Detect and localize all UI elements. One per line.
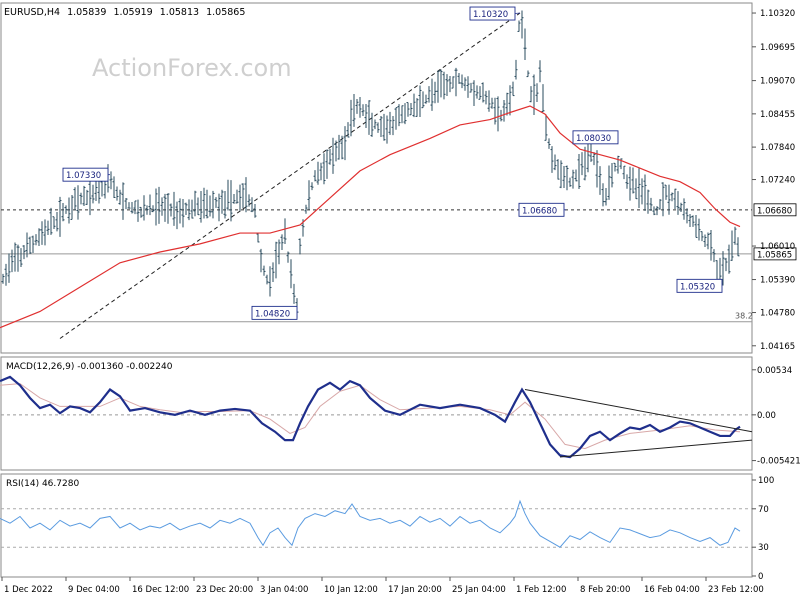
price-label-text: 1.07330 xyxy=(66,171,101,181)
x-axis-label: 23 Dec 20:00 xyxy=(196,585,253,595)
price-label-text: 1.10320 xyxy=(473,10,508,20)
x-axis-label: 10 Jan 12:00 xyxy=(324,585,378,595)
chart-svg: ActionForex.com EURUSD,H4 1.05839 1.0591… xyxy=(0,0,800,600)
header-open: 1.05839 xyxy=(67,7,106,18)
price-axis-label: 1.09070 xyxy=(760,77,795,87)
price-axis-label: 1.09695 xyxy=(760,43,795,53)
macd-title: MACD(12,26,9) -0.001360 -0.002240 xyxy=(6,362,173,372)
header-symbol: EURUSD,H4 xyxy=(4,7,60,18)
price-label-text: 1.06680 xyxy=(522,206,557,216)
header-high: 1.05919 xyxy=(113,7,152,18)
macd-axis-label: 0.00 xyxy=(757,411,776,421)
macd-axis-label: -0.005421 xyxy=(757,457,800,467)
price-axis-label: 1.10320 xyxy=(760,9,795,19)
rsi-axis-label: 70 xyxy=(758,505,769,515)
rsi-title: RSI(14) 46.7280 xyxy=(6,479,79,489)
price-axis-label: 1.07240 xyxy=(760,176,795,186)
price-label-text: 1.04820 xyxy=(255,309,290,319)
header-close: 1.05865 xyxy=(206,7,245,18)
chart-root: ActionForex.com EURUSD,H4 1.05839 1.0591… xyxy=(0,0,800,600)
price-axis-label: 1.07840 xyxy=(760,143,795,153)
x-axis-label: 23 Feb 12:00 xyxy=(708,585,764,595)
price-axis-label: 1.08455 xyxy=(760,110,795,120)
rsi-axis-label: 30 xyxy=(758,543,769,553)
x-axis-label: 17 Jan 20:00 xyxy=(388,585,442,595)
price-axis-label: 1.05390 xyxy=(760,276,795,286)
price-label-text: 1.08030 xyxy=(576,134,611,144)
x-axis-label: 1 Dec 2022 xyxy=(4,585,53,595)
price-axis-label: 1.04780 xyxy=(760,309,795,319)
price-axis-label: 1.04165 xyxy=(760,342,795,352)
x-axis-label: 9 Dec 04:00 xyxy=(68,585,120,595)
x-axis-label: 8 Feb 20:00 xyxy=(580,585,630,595)
price-axis-label: 1.06010 xyxy=(760,242,795,252)
price-label-text: 1.05320 xyxy=(680,282,715,292)
price-label-connector xyxy=(514,12,521,14)
rsi-axis-label: 0 xyxy=(758,572,763,582)
x-axis-label: 1 Feb 12:00 xyxy=(516,585,566,595)
chart-header: EURUSD,H4 1.05839 1.05919 1.05813 1.0586… xyxy=(4,7,245,18)
watermark-text: ActionForex.com xyxy=(92,54,292,82)
axis-level-label: 1.06680 xyxy=(757,206,792,216)
x-axis-label: 25 Jan 04:00 xyxy=(452,585,506,595)
x-axis-label: 3 Jan 04:00 xyxy=(260,585,308,595)
fib-level-label: 38.2 xyxy=(735,312,753,321)
rsi-axis-label: 100 xyxy=(758,476,774,486)
header-low: 1.05813 xyxy=(160,7,199,18)
macd-axis-label: 0.00534 xyxy=(757,366,792,376)
x-axis-label: 16 Dec 12:00 xyxy=(132,585,189,595)
x-axis-label: 16 Feb 04:00 xyxy=(644,585,700,595)
